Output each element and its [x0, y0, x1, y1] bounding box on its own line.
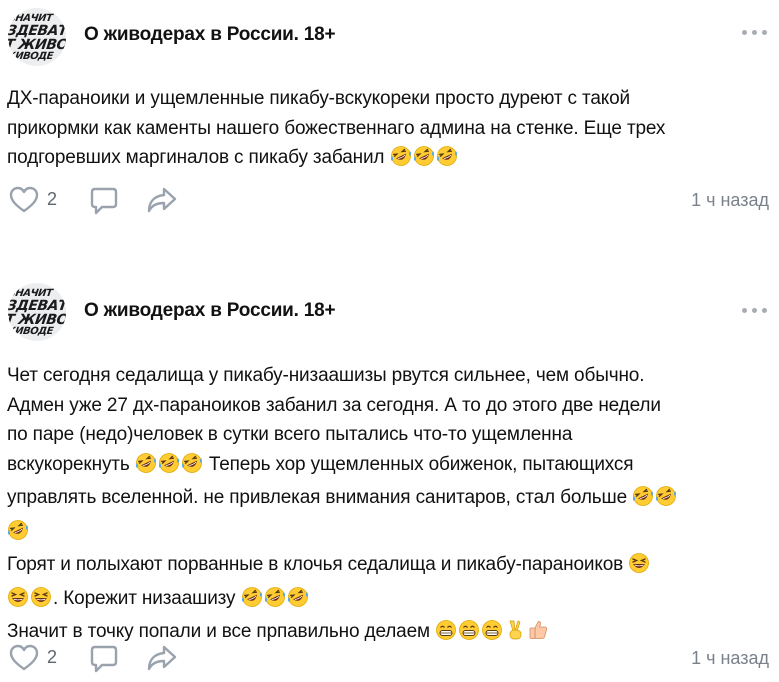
rofl-emoji-icon: [413, 145, 435, 177]
laughing-emoji-icon: [7, 586, 29, 618]
rofl-emoji-icon: [7, 519, 29, 551]
laughing-emoji-icon: [628, 552, 650, 584]
rofl-emoji-icon: [655, 485, 677, 517]
post-text-segment: Значит в точку попали и все прпавильно д…: [7, 621, 430, 642]
like-count: 2: [47, 189, 58, 209]
rofl-emoji-icon: [135, 452, 157, 484]
rofl-emoji-icon: [158, 452, 180, 484]
post-text: ДХ-параноики и ущемленные пикабу-вскукор…: [7, 84, 775, 177]
rofl-emoji-icon: [264, 586, 286, 618]
comment-bubble-icon[interactable]: [89, 186, 119, 216]
group-name[interactable]: О живодерах в России. 18+: [84, 300, 336, 322]
post-text: Чет сегодня седалища у пикабу-низаашизы …: [7, 361, 775, 651]
laughing-emoji-icon: [30, 586, 52, 618]
heart-outline-icon[interactable]: [9, 186, 39, 214]
post-text-segment: ДХ-параноики и ущемленные пикабу-вскукор…: [7, 88, 666, 168]
like-count: 2: [47, 647, 58, 667]
share-arrow-icon[interactable]: [146, 186, 178, 214]
share-arrow-icon[interactable]: [146, 644, 178, 672]
post-actions: 2 1 ч назад: [9, 644, 769, 676]
rofl-emoji-icon: [241, 586, 263, 618]
comment-bubble-icon[interactable]: [89, 644, 119, 674]
avatar-text: ЗНАЧИТ ЗДЕВАТЕ Т ЖИВО ЖИВОДЕ: [8, 288, 66, 337]
group-name[interactable]: О живодерах в России. 18+: [84, 24, 336, 46]
heart-outline-icon[interactable]: [9, 644, 39, 672]
rofl-emoji-icon: [632, 485, 654, 517]
post: ЗНАЧИТ ЗДЕВАТЕ Т ЖИВО ЖИВОДЕ О живодерах…: [0, 0, 779, 232]
rofl-emoji-icon: [287, 586, 309, 618]
rofl-emoji-icon: [181, 452, 203, 484]
post: ЗНАЧИТ ЗДЕВАТЕ Т ЖИВО ЖИВОДЕ О живодерах…: [0, 275, 779, 682]
more-horizontal-icon[interactable]: [742, 30, 768, 38]
post-actions: 2 1 ч назад: [9, 186, 769, 218]
post-text-segment: Горят и полыхают порванные в клочья седа…: [7, 554, 624, 575]
post-time[interactable]: 1 ч назад: [691, 648, 769, 669]
group-avatar[interactable]: ЗНАЧИТ ЗДЕВАТЕ Т ЖИВО ЖИВОДЕ: [8, 8, 66, 66]
post-time[interactable]: 1 ч назад: [691, 190, 769, 211]
rofl-emoji-icon: [436, 145, 458, 177]
avatar-text: ЗНАЧИТ ЗДЕВАТЕ Т ЖИВО ЖИВОДЕ: [8, 13, 66, 62]
post-text-segment: . Корежит низаашизу: [53, 587, 241, 609]
more-horizontal-icon[interactable]: [742, 308, 768, 316]
group-avatar[interactable]: ЗНАЧИТ ЗДЕВАТЕ Т ЖИВО ЖИВОДЕ: [8, 283, 66, 341]
rofl-emoji-icon: [390, 145, 412, 177]
